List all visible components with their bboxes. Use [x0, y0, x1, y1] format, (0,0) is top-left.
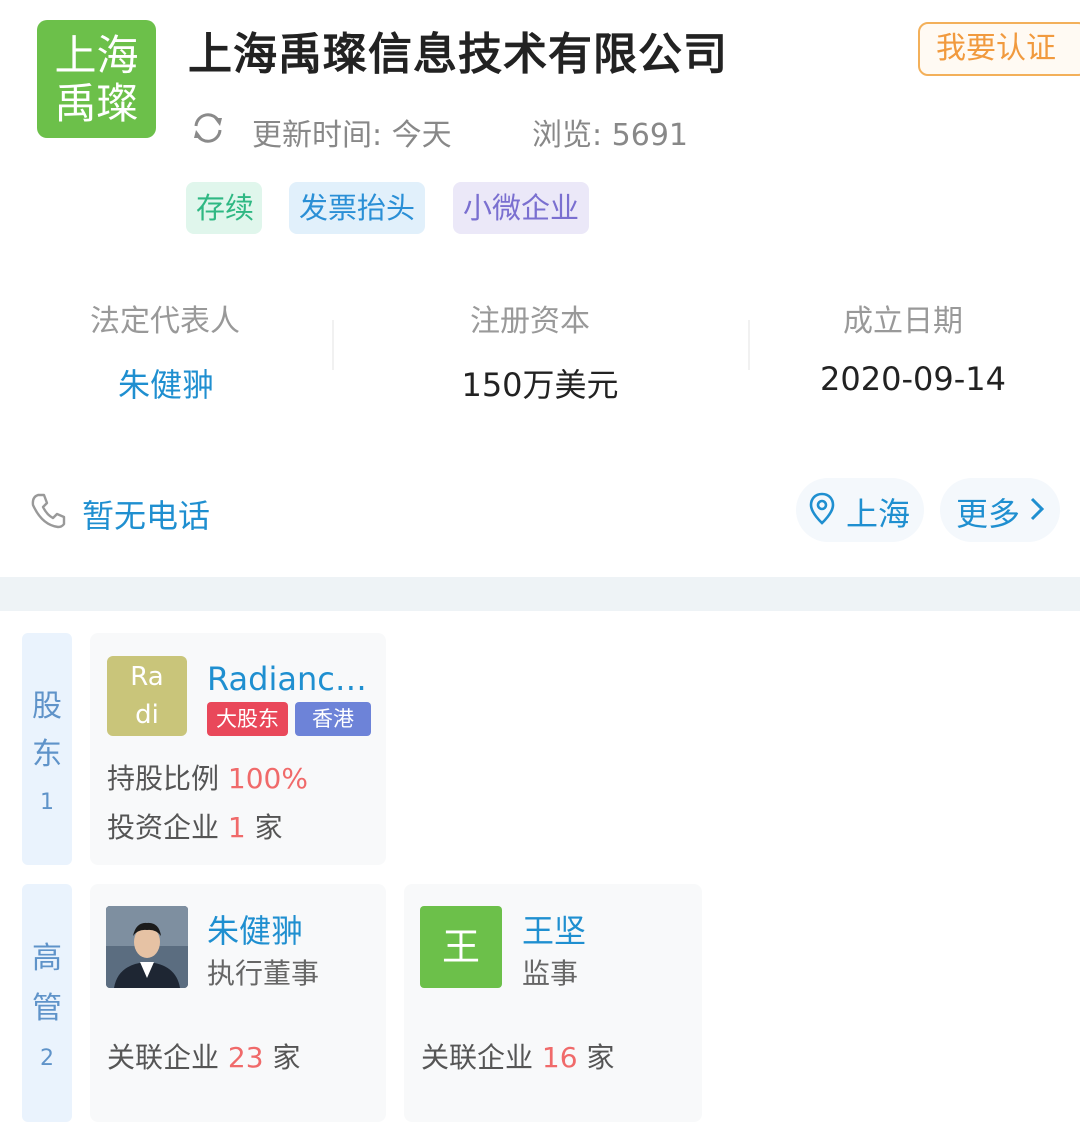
executive-count: 2 [40, 1046, 54, 1071]
avatar-line-2: di [135, 700, 159, 730]
side-label-char: 管 [32, 991, 62, 1026]
capital-label: 注册资本 [470, 304, 590, 339]
location-text[interactable]: 上海 [846, 489, 910, 535]
logo-line-2: 禹璨 [54, 79, 139, 128]
invest-label: 投资企业 [107, 811, 220, 844]
legal-rep-link[interactable]: 朱健翀 [36, 360, 296, 406]
related-unit: 家 [272, 1041, 301, 1074]
related-label: 关联企业 [421, 1041, 534, 1074]
legal-rep-label: 法定代表人 [90, 304, 240, 339]
executive-name[interactable]: 朱健翀 [207, 906, 303, 952]
avatar-line-1: Ra [130, 662, 164, 692]
status-tag[interactable]: 存续 [186, 182, 262, 234]
company-logo: 上海 禹璨 [37, 20, 156, 138]
founded-value: 2020-09-14 [820, 360, 1006, 398]
divider [332, 320, 334, 370]
update-time: 更新时间: 今天 [252, 118, 452, 153]
related-label: 关联企业 [107, 1041, 220, 1074]
invest-unit: 家 [254, 811, 283, 844]
capital-value: 150万美元 [461, 366, 619, 404]
executive-role: 监事 [522, 957, 579, 990]
share-ratio-value: 100% [227, 762, 308, 795]
shareholder-avatar: Ra di [107, 656, 187, 736]
side-label-char: 东 [32, 737, 62, 772]
founded-label: 成立日期 [843, 304, 963, 339]
divider [748, 320, 750, 370]
certify-button[interactable]: 我要认证 [918, 22, 1080, 76]
invest-count-line: 投资企业 1 家 [107, 806, 283, 846]
refresh-icon[interactable] [188, 108, 228, 148]
side-label-char: 股 [32, 689, 62, 724]
shareholder-name[interactable]: Radianc… [207, 660, 367, 698]
phone-icon [31, 493, 66, 529]
related-company-line: 关联企业 16 家 [421, 1036, 614, 1076]
section-separator [0, 577, 1080, 611]
side-label-char: 高 [32, 941, 62, 976]
related-unit: 家 [586, 1041, 615, 1074]
share-ratio-line: 持股比例 100% [107, 757, 308, 797]
executive-role: 执行董事 [207, 957, 320, 990]
executive-photo [106, 906, 188, 988]
more-text[interactable]: 更多 [956, 489, 1020, 535]
executive-name[interactable]: 王坚 [522, 906, 586, 952]
chevron-right-icon [1030, 497, 1045, 521]
company-name: 上海禹璨信息技术有限公司 [188, 29, 728, 80]
region-badge: 香港 [295, 702, 371, 736]
related-count: 16 [541, 1041, 578, 1074]
related-count: 23 [227, 1041, 264, 1074]
logo-line-1: 上海 [54, 31, 139, 80]
executive-avatar: 王 [420, 906, 502, 988]
share-ratio-label: 持股比例 [107, 762, 220, 795]
executive-side-label[interactable]: 高 管 2 [22, 884, 72, 1122]
phone-link[interactable]: 暂无电话 [82, 491, 210, 537]
related-company-line: 关联企业 23 家 [107, 1036, 300, 1076]
major-shareholder-badge: 大股东 [207, 702, 288, 736]
view-count: 浏览: 5691 [532, 118, 688, 153]
invest-count: 1 [227, 811, 246, 844]
size-tag[interactable]: 小微企业 [453, 182, 589, 234]
shareholder-side-label[interactable]: 股 东 1 [22, 633, 72, 865]
invoice-tag[interactable]: 发票抬头 [289, 182, 425, 234]
person-photo-icon [106, 906, 188, 988]
location-pin-icon [809, 492, 835, 525]
shareholder-count: 1 [40, 790, 54, 815]
